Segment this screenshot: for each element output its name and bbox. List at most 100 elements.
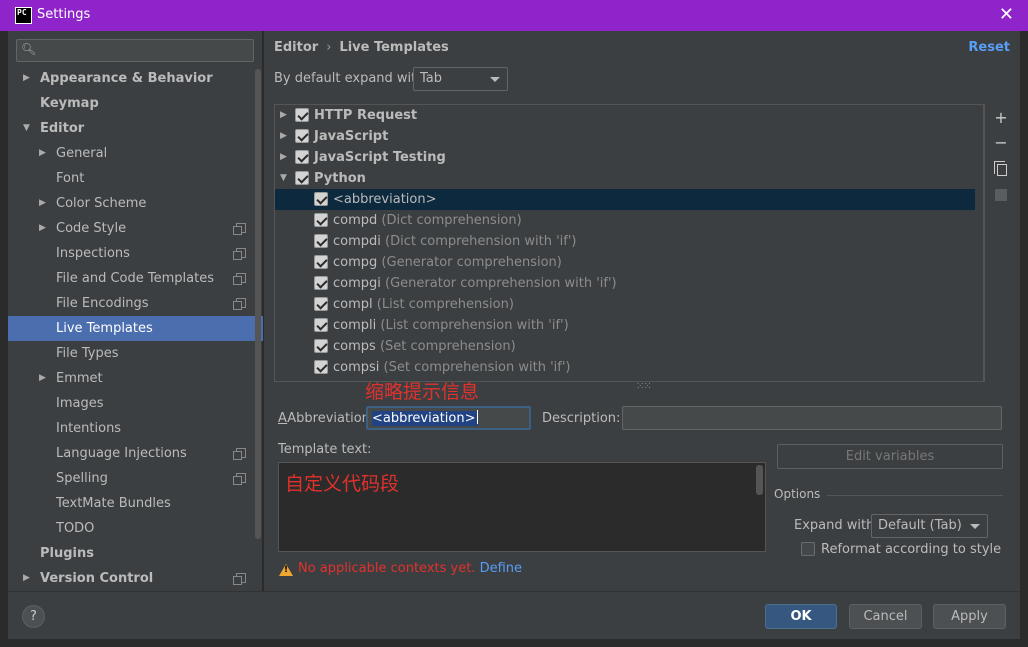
sidebar-item[interactable]: ▶ Appearance & Behavior <box>8 66 263 91</box>
chevron-right-icon[interactable]: ▶ <box>23 66 30 91</box>
sidebar-item[interactable]: Inspections <box>8 241 263 266</box>
sidebar-item[interactable]: Spelling <box>8 466 263 491</box>
chevron-right-icon[interactable]: ▶ <box>23 566 30 591</box>
template-checkbox[interactable] <box>314 318 328 332</box>
sidebar-scrollbar[interactable] <box>255 69 261 539</box>
template-row[interactable]: compli (List comprehension with 'if') <box>275 315 975 336</box>
edit-group-icon[interactable] <box>993 187 1009 203</box>
template-description: (Set comprehension with 'if') <box>383 360 571 375</box>
group-checkbox[interactable] <box>295 150 309 164</box>
sidebar-item-label: Appearance & Behavior <box>40 71 213 86</box>
reformat-checkbox[interactable] <box>801 542 815 556</box>
sidebar-item[interactable]: TODO <box>8 516 263 541</box>
template-checkbox[interactable] <box>314 213 328 227</box>
remove-icon[interactable]: − <box>993 135 1009 151</box>
template-checkbox[interactable] <box>314 297 328 311</box>
template-text-editor[interactable]: 自定义代码段 <box>278 462 766 552</box>
chevron-right-icon[interactable]: ▶ <box>39 366 46 391</box>
expand-with-dropdown[interactable]: Default (Tab) <box>871 514 988 538</box>
template-group-row[interactable]: ▶ HTTP Request <box>275 105 975 126</box>
template-row[interactable]: compl (List comprehension) <box>275 294 975 315</box>
sidebar-item[interactable]: Keymap <box>8 91 263 116</box>
sidebar-item[interactable]: ▶ Emmet <box>8 366 263 391</box>
template-checkbox[interactable] <box>314 276 328 290</box>
project-scope-icon <box>233 248 246 260</box>
abbreviation-input[interactable]: <abbreviation> <box>366 406 531 430</box>
settings-search-box[interactable]: 🔍︎ <box>16 39 254 62</box>
template-row[interactable]: compsi (Set comprehension with 'if') <box>275 357 975 378</box>
breadcrumb-parent[interactable]: Editor <box>274 40 318 55</box>
chevron-right-icon[interactable]: ▶ <box>39 216 46 241</box>
group-checkbox[interactable] <box>295 129 309 143</box>
template-description: (Dict comprehension with 'if') <box>385 234 577 249</box>
define-contexts-link[interactable]: Define <box>480 561 522 576</box>
close-icon[interactable]: ✕ <box>999 4 1014 25</box>
search-input[interactable] <box>41 41 249 60</box>
sidebar-item[interactable]: Language Injections <box>8 441 263 466</box>
abbreviation-annotation: 缩略提示信息 <box>365 381 480 403</box>
splitter-handle[interactable]: ⁙⁙ <box>636 381 652 392</box>
sidebar-item-label: Plugins <box>40 546 94 561</box>
project-scope-icon <box>233 273 246 285</box>
sidebar-item-label: Spelling <box>56 471 108 486</box>
sidebar-item[interactable]: File Types <box>8 341 263 366</box>
template-checkbox[interactable] <box>314 255 328 269</box>
apply-button[interactable]: Apply <box>933 604 1006 629</box>
project-scope-icon <box>233 573 246 585</box>
ok-button[interactable]: OK <box>765 604 837 629</box>
sidebar-item[interactable]: ▶ Color Scheme <box>8 191 263 216</box>
template-row[interactable]: compd (Dict comprehension) <box>275 210 975 231</box>
sidebar-item[interactable]: Images <box>8 391 263 416</box>
template-text-label: Template text: <box>278 442 372 457</box>
template-row[interactable]: comps (Set comprehension) <box>275 336 975 357</box>
chevron-right-icon[interactable]: ▶ <box>280 147 287 168</box>
template-row[interactable]: compg (Generator comprehension) <box>275 252 975 273</box>
chevron-down-icon[interactable]: ▼ <box>280 168 287 189</box>
template-row[interactable]: compgi (Generator comprehension with 'if… <box>275 273 975 294</box>
edit-variables-button[interactable]: Edit variables <box>777 444 1003 469</box>
sidebar-item-label: Version Control <box>40 571 154 586</box>
template-row[interactable]: <abbreviation> <box>275 189 975 210</box>
window-title: Settings <box>37 7 91 22</box>
reset-link[interactable]: Reset <box>968 40 1010 55</box>
sidebar-item[interactable]: ▶ Code Style <box>8 216 263 241</box>
sidebar-item[interactable]: File and Code Templates <box>8 266 263 291</box>
chevron-right-icon[interactable]: ▶ <box>39 141 46 166</box>
template-checkbox[interactable] <box>314 339 328 353</box>
chevron-right-icon[interactable]: ▶ <box>39 191 46 216</box>
template-checkbox[interactable] <box>314 234 328 248</box>
expand-default-dropdown[interactable]: Tab <box>413 67 508 91</box>
copy-icon[interactable] <box>993 161 1009 177</box>
sidebar-item[interactable]: ▶ Version Control <box>8 566 263 591</box>
group-checkbox[interactable] <box>295 108 309 122</box>
sidebar-item[interactable]: TextMate Bundles <box>8 491 263 516</box>
help-button[interactable]: ? <box>22 605 45 628</box>
chevron-right-icon[interactable]: ▶ <box>280 126 287 147</box>
template-editor-scrollbar[interactable] <box>756 465 763 495</box>
template-checkbox[interactable] <box>314 192 328 206</box>
template-group-row[interactable]: ▶ JavaScript <box>275 126 975 147</box>
sidebar-item[interactable]: ▶ General <box>8 141 263 166</box>
template-row[interactable]: compdi (Dict comprehension with 'if') <box>275 231 975 252</box>
contexts-warning: No applicable contexts yet. Define <box>298 561 522 576</box>
add-icon[interactable]: + <box>993 110 1009 126</box>
sidebar-item[interactable]: Live Templates <box>8 316 263 341</box>
chevron-down-icon <box>970 524 980 529</box>
description-input[interactable] <box>622 406 1002 430</box>
sidebar-item[interactable]: File Encodings <box>8 291 263 316</box>
sidebar-item[interactable]: Plugins <box>8 541 263 566</box>
sidebar-item[interactable]: Font <box>8 166 263 191</box>
template-abbreviation: <abbreviation> <box>333 192 437 207</box>
sidebar-item[interactable]: Intentions <box>8 416 263 441</box>
template-group-row[interactable]: ▼ Python <box>275 168 975 189</box>
settings-tree: ▶ Appearance & Behavior Keymap ▼ Editor ▶ Gene… <box>8 66 263 591</box>
chevron-down-icon[interactable]: ▼ <box>23 116 30 141</box>
template-group-row[interactable]: ▶ JavaScript Testing <box>275 147 975 168</box>
sidebar-item-label: Images <box>56 396 104 411</box>
chevron-right-icon[interactable]: ▶ <box>280 105 287 126</box>
template-checkbox[interactable] <box>314 360 328 374</box>
cancel-button[interactable]: Cancel <box>849 604 922 629</box>
group-checkbox[interactable] <box>295 171 309 185</box>
dialog-footer: ? OK Cancel Apply <box>8 591 1020 639</box>
sidebar-item[interactable]: ▼ Editor <box>8 116 263 141</box>
